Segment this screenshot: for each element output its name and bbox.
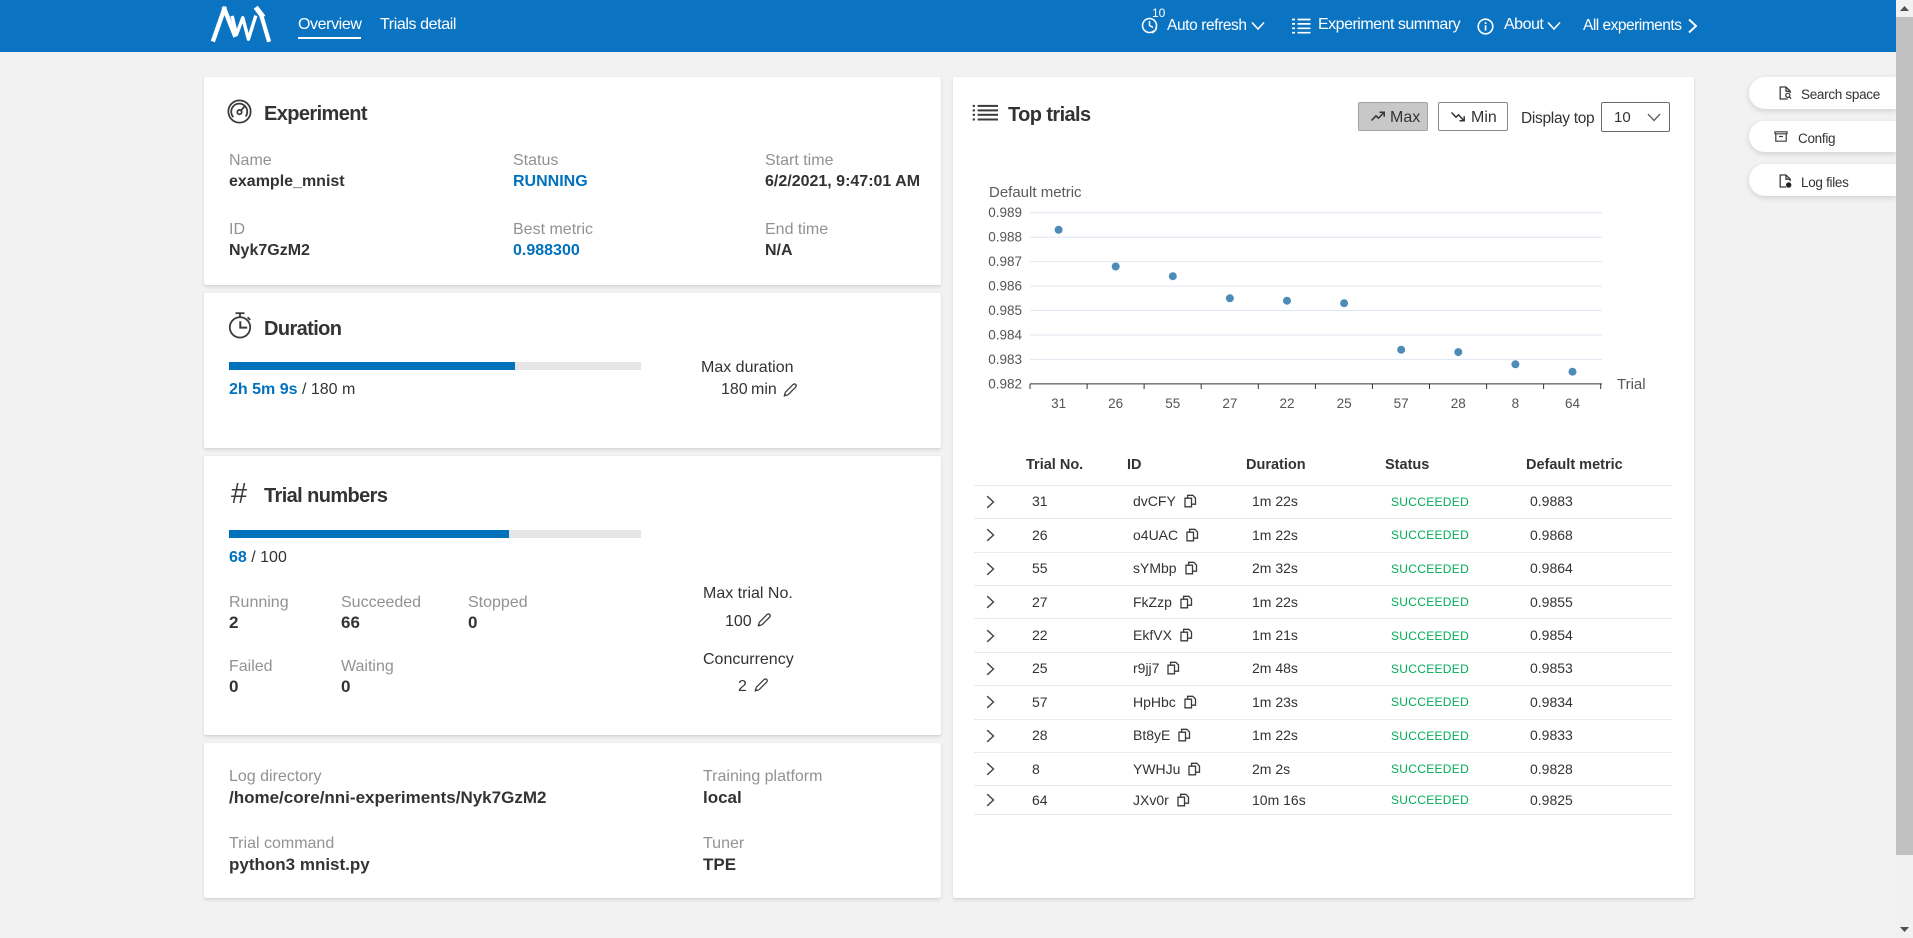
svg-text:0.982: 0.982 [988, 376, 1022, 391]
svg-text:0.986: 0.986 [988, 279, 1022, 294]
svg-text:31: 31 [1051, 396, 1066, 411]
svg-text:0.985: 0.985 [988, 303, 1022, 318]
svg-text:0.984: 0.984 [988, 328, 1022, 343]
svg-text:57: 57 [1394, 396, 1409, 411]
svg-text:Trial: Trial [1617, 376, 1646, 393]
svg-text:64: 64 [1565, 396, 1581, 411]
svg-text:26: 26 [1108, 396, 1123, 411]
svg-text:0.983: 0.983 [988, 352, 1022, 367]
svg-text:55: 55 [1165, 396, 1180, 411]
svg-text:8: 8 [1512, 396, 1520, 411]
svg-text:Default metric: Default metric [989, 184, 1082, 201]
svg-text:25: 25 [1337, 396, 1352, 411]
svg-text:27: 27 [1222, 396, 1237, 411]
svg-text:0.988: 0.988 [988, 230, 1022, 245]
svg-text:0.989: 0.989 [988, 205, 1022, 220]
svg-text:28: 28 [1451, 396, 1466, 411]
svg-text:22: 22 [1279, 396, 1294, 411]
svg-text:0.987: 0.987 [988, 254, 1022, 269]
